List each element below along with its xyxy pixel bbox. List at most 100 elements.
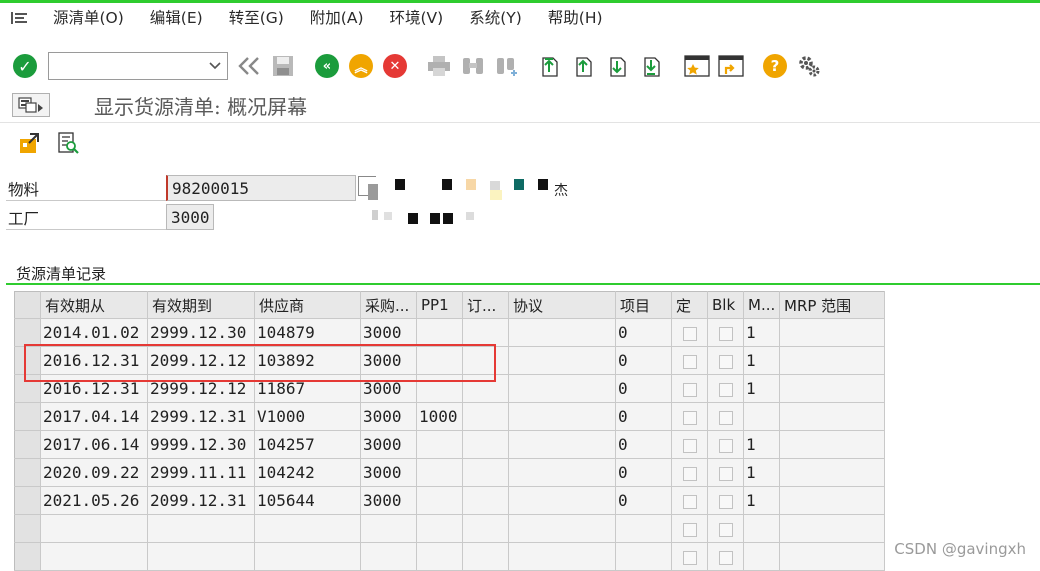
cell-blocked-checkbox[interactable] — [707, 458, 744, 487]
empty-cell[interactable] — [615, 514, 672, 543]
checkbox[interactable] — [682, 522, 697, 537]
exit-icon[interactable]: ︽ — [346, 51, 376, 81]
row-selector[interactable] — [14, 514, 41, 543]
menu-item-edit[interactable]: 编辑(E) — [137, 3, 216, 33]
col-header-purch-org[interactable]: 采购... — [360, 291, 417, 319]
shortcut-icon[interactable] — [716, 51, 746, 81]
menu-item-goto[interactable]: 转至(G) — [216, 3, 297, 33]
cell-blocked-checkbox[interactable] — [707, 318, 744, 347]
col-header-agreement[interactable]: 协议 — [508, 291, 616, 319]
menu-item-system[interactable]: 系统(Y) — [456, 3, 535, 33]
cell-blocked-checkbox[interactable] — [707, 346, 744, 375]
command-input[interactable] — [59, 54, 209, 78]
table-row[interactable]: 2017.04.14 2999.12.31 V1000 3000 1000 0 — [14, 402, 885, 431]
previous-page-icon[interactable] — [570, 51, 600, 81]
col-header-order-unit[interactable]: 订... — [462, 291, 509, 319]
plant-field[interactable]: 3000 — [166, 204, 214, 230]
cell-blocked-checkbox[interactable] — [707, 374, 744, 403]
help-icon[interactable]: ? — [760, 51, 790, 81]
menu-item-source-list[interactable]: 源清单(O) — [40, 3, 137, 33]
cell-blocked-checkbox[interactable] — [707, 402, 744, 431]
find-next-icon[interactable] — [492, 51, 522, 81]
empty-cell[interactable] — [416, 542, 463, 571]
empty-cell[interactable] — [743, 514, 780, 543]
empty-cell[interactable] — [743, 542, 780, 571]
cell-fixed-checkbox[interactable] — [671, 430, 708, 459]
checkbox[interactable] — [718, 410, 733, 425]
checkbox[interactable] — [718, 522, 733, 537]
table-row[interactable]: 2017.06.14 9999.12.30 104257 3000 0 1 — [14, 430, 885, 459]
col-header-mrp[interactable]: M... — [743, 291, 780, 319]
material-field[interactable]: 98200015 — [166, 175, 356, 201]
col-header-valid-from[interactable]: 有效期从 — [40, 291, 148, 319]
row-selector[interactable] — [14, 374, 41, 403]
row-selector[interactable] — [14, 458, 41, 487]
chevron-down-icon[interactable] — [209, 62, 221, 70]
empty-cell[interactable] — [416, 514, 463, 543]
checkbox[interactable] — [718, 326, 733, 341]
enter-icon[interactable]: ✓ — [10, 51, 40, 81]
checkbox[interactable] — [718, 354, 733, 369]
cell-blocked-checkbox[interactable] — [707, 430, 744, 459]
row-selector[interactable] — [14, 318, 41, 347]
empty-cell[interactable] — [462, 514, 509, 543]
col-header-mrp-area[interactable]: MRP 范围 — [779, 291, 885, 319]
col-header-blocked[interactable]: Blk — [707, 291, 744, 319]
empty-cell[interactable] — [360, 514, 417, 543]
cell-blocked-checkbox[interactable] — [707, 514, 744, 543]
cell-fixed-checkbox[interactable] — [671, 486, 708, 515]
print-icon[interactable] — [424, 51, 454, 81]
menu-item-environment[interactable]: 环境(V) — [377, 3, 457, 33]
checkbox[interactable] — [682, 550, 697, 565]
col-header-pp1[interactable]: PP1 — [416, 291, 463, 319]
empty-cell[interactable] — [40, 514, 148, 543]
overview-icon[interactable] — [54, 129, 82, 157]
cell-fixed-checkbox[interactable] — [671, 402, 708, 431]
table-row[interactable]: 2016.12.31 2999.12.12 11867 3000 0 1 — [14, 374, 885, 403]
table-row[interactable]: 2021.05.26 2099.12.31 105644 3000 0 1 — [14, 486, 885, 515]
empty-cell[interactable] — [147, 542, 255, 571]
cell-fixed-checkbox[interactable] — [671, 458, 708, 487]
cell-fixed-checkbox[interactable] — [671, 514, 708, 543]
collapse-command-icon[interactable] — [234, 51, 264, 81]
empty-table-row[interactable] — [14, 514, 885, 543]
last-page-icon[interactable] — [638, 51, 668, 81]
customize-layout-icon[interactable] — [794, 51, 824, 81]
checkbox[interactable] — [718, 438, 733, 453]
checkbox[interactable] — [682, 354, 697, 369]
col-header-valid-to[interactable]: 有效期到 — [147, 291, 255, 319]
empty-cell[interactable] — [360, 542, 417, 571]
table-row[interactable]: 2020.09.22 2999.11.11 104242 3000 0 1 — [14, 458, 885, 487]
checkbox[interactable] — [718, 466, 733, 481]
empty-cell[interactable] — [40, 542, 148, 571]
menu-item-help[interactable]: 帮助(H) — [535, 3, 616, 33]
empty-cell[interactable] — [254, 514, 361, 543]
checkbox[interactable] — [682, 382, 697, 397]
row-selector[interactable] — [14, 542, 41, 571]
transfer-icon[interactable] — [16, 129, 44, 157]
col-header-item[interactable]: 项目 — [615, 291, 672, 319]
create-session-icon[interactable] — [682, 51, 712, 81]
row-selector[interactable] — [14, 402, 41, 431]
empty-cell[interactable] — [508, 542, 616, 571]
save-icon[interactable] — [268, 51, 298, 81]
empty-cell[interactable] — [615, 542, 672, 571]
menu-item-extras[interactable]: 附加(A) — [297, 3, 377, 33]
cell-fixed-checkbox[interactable] — [671, 346, 708, 375]
menu-icon[interactable] — [0, 3, 40, 33]
table-row[interactable]: 2016.12.31 2099.12.12 103892 3000 0 1 — [14, 346, 885, 375]
first-page-icon[interactable] — [536, 51, 566, 81]
row-selector[interactable] — [14, 430, 41, 459]
checkbox[interactable] — [682, 466, 697, 481]
checkbox[interactable] — [718, 494, 733, 509]
cell-fixed-checkbox[interactable] — [671, 318, 708, 347]
checkbox[interactable] — [682, 410, 697, 425]
empty-cell[interactable] — [779, 542, 885, 571]
col-header-vendor[interactable]: 供应商 — [254, 291, 361, 319]
empty-cell[interactable] — [462, 542, 509, 571]
cell-fixed-checkbox[interactable] — [671, 542, 708, 571]
checkbox[interactable] — [682, 494, 697, 509]
menu-toggle-button[interactable] — [12, 93, 50, 117]
back-icon[interactable]: « — [312, 51, 342, 81]
cell-fixed-checkbox[interactable] — [671, 374, 708, 403]
